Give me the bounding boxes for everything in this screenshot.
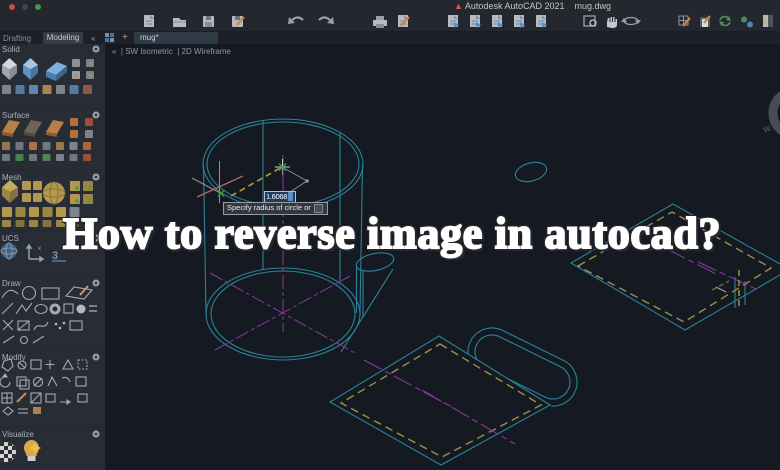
- svg-text:x: x: [38, 246, 41, 252]
- svg-text:3: 3: [52, 250, 58, 262]
- svg-text:UCS: UCS: [2, 234, 19, 243]
- svg-text:Solid: Solid: [2, 45, 20, 54]
- svg-text:Mesh: Mesh: [2, 173, 22, 182]
- svg-text:Visualize: Visualize: [2, 430, 34, 439]
- svg-text:Draw: Draw: [2, 279, 21, 288]
- svg-text:Surface: Surface: [2, 111, 30, 120]
